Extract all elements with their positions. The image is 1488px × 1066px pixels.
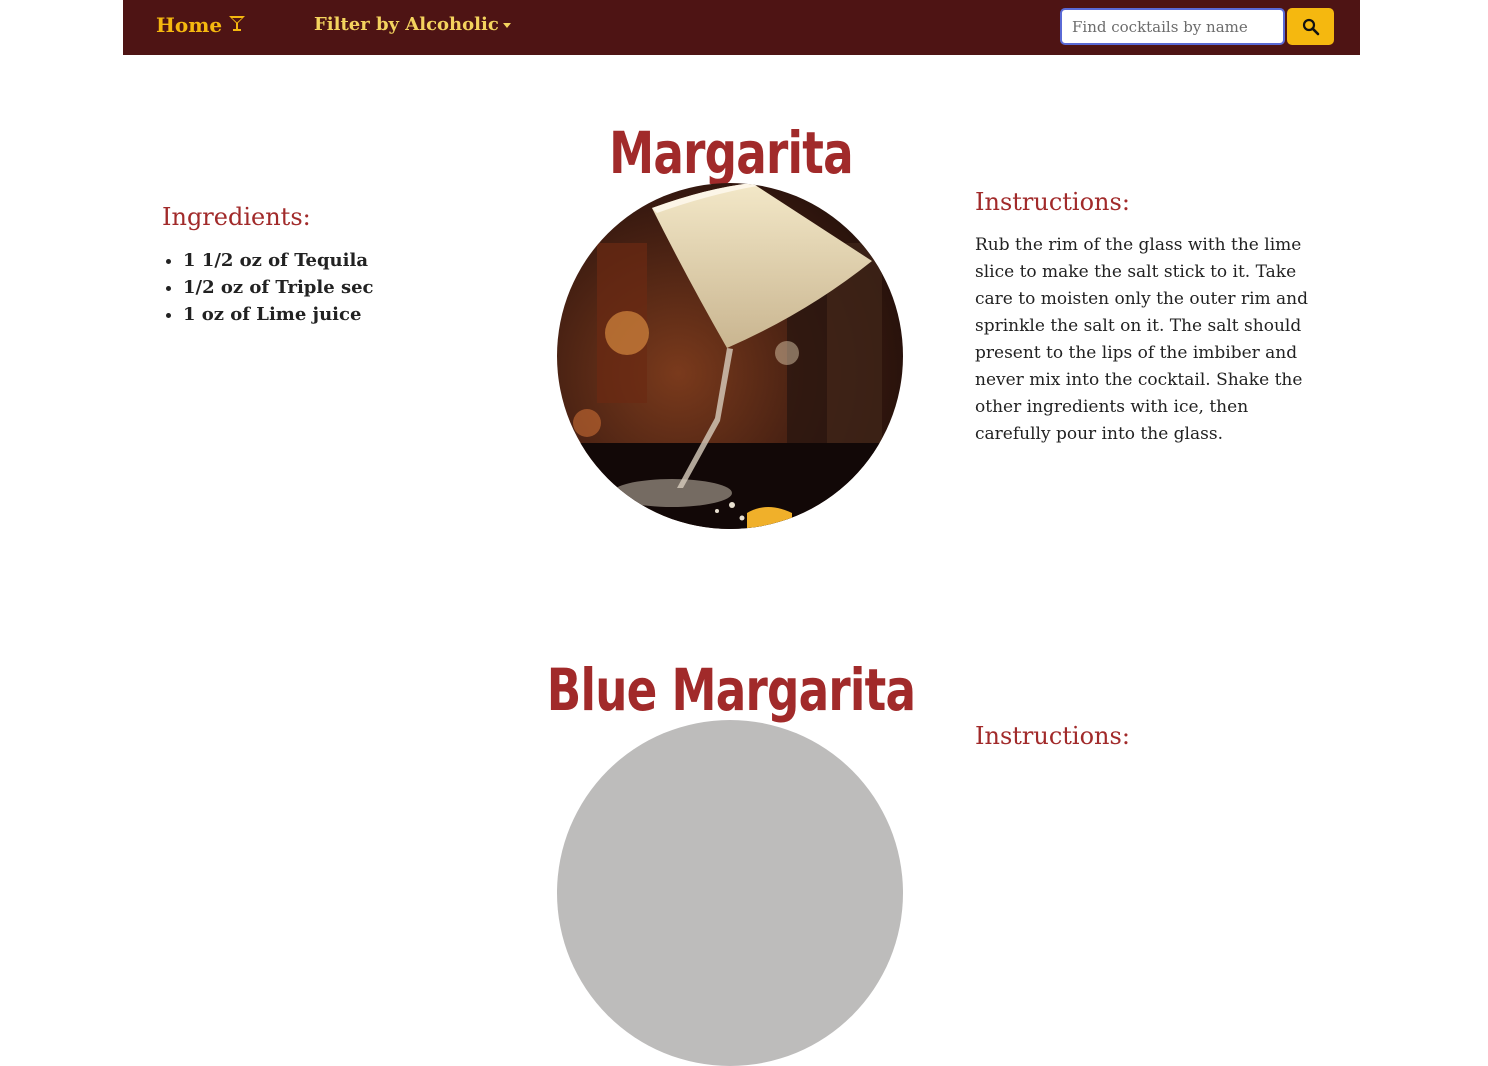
cocktail-glass-icon <box>228 13 246 37</box>
filter-label: Filter by Alcoholic <box>314 14 499 35</box>
instructions-text: Rub the rim of the glass with the lime s… <box>975 235 1309 444</box>
navbar: Home Filter by Alcoholic <box>123 0 1360 55</box>
home-label: Home <box>156 13 223 37</box>
ingredients-list: 1 1/2 oz of Tequila 1/2 oz of Triple sec… <box>162 247 374 328</box>
filter-by-alcoholic-dropdown[interactable]: Filter by Alcoholic <box>314 14 511 35</box>
chevron-down-icon <box>502 23 511 28</box>
instructions-heading: Instructions: <box>975 722 1130 750</box>
ingredient-item: 1/2 oz of Triple sec <box>183 274 374 301</box>
instructions-heading: Instructions: <box>975 188 1130 216</box>
search-button[interactable] <box>1287 8 1334 45</box>
drink-photo <box>557 183 903 529</box>
drink-photo <box>557 720 903 1066</box>
search-input[interactable] <box>1060 8 1285 45</box>
ingredient-item: 1 1/2 oz of Tequila <box>183 247 374 274</box>
ingredients-heading: Ingredients: <box>162 203 311 231</box>
drink-title: Margarita <box>609 118 854 187</box>
drink-title: Blue Margarita <box>546 655 916 724</box>
ingredient-item: 1 oz of Lime juice <box>183 301 374 328</box>
home-link[interactable]: Home <box>156 13 246 37</box>
search-icon <box>1302 18 1319 35</box>
